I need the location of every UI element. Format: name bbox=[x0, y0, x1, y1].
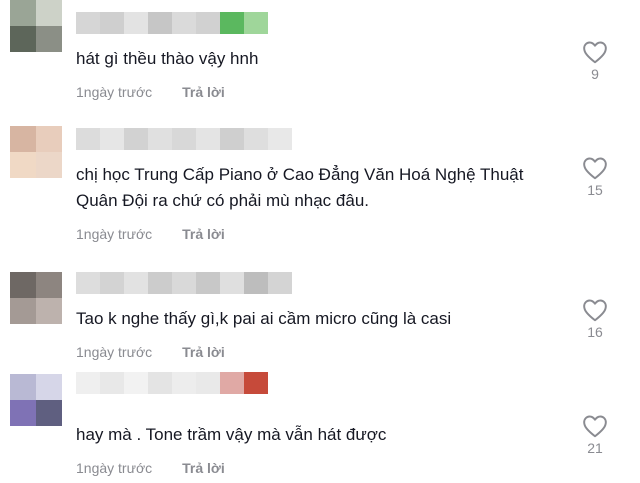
avatar[interactable] bbox=[10, 272, 62, 324]
avatar-pixel bbox=[10, 0, 36, 26]
like-button[interactable]: 15 bbox=[578, 156, 612, 198]
avatar-pixel bbox=[10, 272, 36, 298]
heart-icon bbox=[583, 41, 607, 64]
avatar-pixel bbox=[10, 126, 36, 152]
avatar[interactable] bbox=[10, 126, 62, 178]
avatar-pixel bbox=[10, 26, 36, 52]
username-pixel bbox=[100, 372, 124, 394]
comment-meta: 1ngày trước Trả lời bbox=[76, 84, 225, 100]
like-button[interactable]: 16 bbox=[578, 298, 612, 340]
comment-text: chị học Trung Cấp Piano ở Cao Đẳng Văn H… bbox=[76, 165, 524, 210]
username-pixel bbox=[100, 12, 124, 34]
like-count: 9 bbox=[591, 66, 599, 82]
username-pixel bbox=[172, 128, 196, 150]
username-pixel bbox=[124, 12, 148, 34]
comment-time: 1ngày trước bbox=[76, 460, 153, 476]
username-pixel bbox=[148, 372, 172, 394]
reply-button[interactable]: Trả lời bbox=[182, 226, 225, 242]
heart-icon bbox=[583, 157, 607, 180]
avatar-pixel bbox=[36, 0, 62, 26]
avatar-pixel bbox=[36, 298, 62, 324]
avatar-pixel bbox=[36, 374, 62, 400]
avatar-pixel bbox=[36, 126, 62, 152]
comment-text: hát gì thều thào vậy hnh bbox=[76, 49, 259, 68]
avatar-pixel bbox=[36, 152, 62, 178]
username-pixel bbox=[244, 128, 268, 150]
username-pixel bbox=[100, 128, 124, 150]
comment-text: hay mà . Tone trầm vậy mà vẫn hát được bbox=[76, 425, 387, 444]
username-blurred[interactable] bbox=[76, 272, 292, 294]
like-count: 16 bbox=[587, 324, 603, 340]
avatar-pixel bbox=[36, 272, 62, 298]
comment-meta: 1ngày trước Trả lời bbox=[76, 460, 225, 476]
username-pixel bbox=[244, 272, 268, 294]
comment-meta: 1ngày trước Trả lời bbox=[76, 226, 225, 242]
username-pixel bbox=[172, 12, 196, 34]
comment-time: 1ngày trước bbox=[76, 84, 153, 100]
username-pixel bbox=[172, 272, 196, 294]
avatar-pixel bbox=[10, 374, 36, 400]
comment-text: Tao k nghe thấy gì,k pai ai cầm micro cũ… bbox=[76, 309, 452, 328]
username-pixel bbox=[220, 128, 244, 150]
like-count: 15 bbox=[587, 182, 603, 198]
reply-button[interactable]: Trả lời bbox=[182, 84, 225, 100]
heart-icon bbox=[583, 299, 607, 322]
username-pixel bbox=[148, 12, 172, 34]
username-pixel bbox=[220, 12, 244, 34]
username-pixel bbox=[76, 272, 100, 294]
username-pixel bbox=[196, 372, 220, 394]
username-pixel bbox=[124, 128, 148, 150]
username-blurred[interactable] bbox=[76, 372, 268, 394]
username-blurred[interactable] bbox=[76, 128, 292, 150]
username-pixel bbox=[196, 128, 220, 150]
like-button[interactable]: 9 bbox=[578, 40, 612, 82]
username-pixel bbox=[172, 372, 196, 394]
username-pixel bbox=[196, 12, 220, 34]
reply-button[interactable]: Trả lời bbox=[182, 460, 225, 476]
username-pixel bbox=[124, 372, 148, 394]
avatar-pixel bbox=[10, 298, 36, 324]
username-pixel bbox=[268, 272, 292, 294]
username-pixel bbox=[196, 272, 220, 294]
username-pixel bbox=[124, 272, 148, 294]
avatar[interactable] bbox=[10, 374, 62, 426]
username-pixel bbox=[76, 128, 100, 150]
username-pixel bbox=[244, 12, 268, 34]
username-pixel bbox=[244, 372, 268, 394]
avatar[interactable] bbox=[10, 0, 62, 52]
username-pixel bbox=[148, 128, 172, 150]
username-pixel bbox=[268, 128, 292, 150]
comment-time: 1ngày trước bbox=[76, 226, 153, 242]
comment-time: 1ngày trước bbox=[76, 344, 153, 360]
heart-icon bbox=[583, 415, 607, 438]
username-pixel bbox=[76, 372, 100, 394]
avatar-pixel bbox=[36, 400, 62, 426]
username-pixel bbox=[100, 272, 124, 294]
username-pixel bbox=[220, 372, 244, 394]
like-count: 21 bbox=[587, 440, 603, 456]
avatar-pixel bbox=[36, 26, 62, 52]
username-blurred[interactable] bbox=[76, 12, 268, 34]
comment-meta: 1ngày trước Trả lời bbox=[76, 344, 225, 360]
reply-button[interactable]: Trả lời bbox=[182, 344, 225, 360]
username-pixel bbox=[148, 272, 172, 294]
username-pixel bbox=[76, 12, 100, 34]
like-button[interactable]: 21 bbox=[578, 414, 612, 456]
username-pixel bbox=[220, 272, 244, 294]
avatar-pixel bbox=[10, 152, 36, 178]
avatar-pixel bbox=[10, 400, 36, 426]
